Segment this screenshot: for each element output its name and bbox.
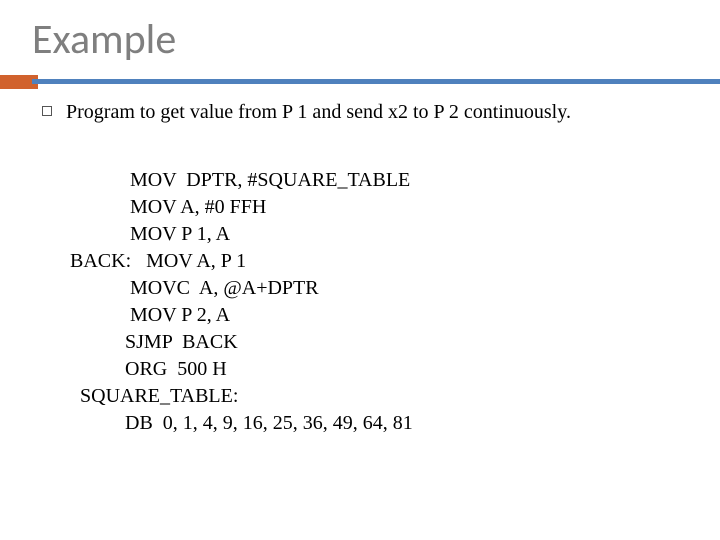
- bullet-row: Program to get value from P 1 and send x…: [42, 99, 688, 126]
- code-line: MOV P 2, A: [70, 304, 230, 326]
- code-block: MOV DPTR, #SQUARE_TABLE MOV A, #0 FFH MO…: [42, 140, 688, 464]
- accent-line: [32, 79, 720, 84]
- slide-title: Example: [32, 14, 688, 65]
- code-line: MOV DPTR, #SQUARE_TABLE: [70, 169, 410, 191]
- bullet-text: Program to get value from P 1 and send x…: [66, 99, 571, 126]
- accent-bar: [32, 75, 688, 81]
- code-line: DB 0, 1, 4, 9, 16, 25, 36, 49, 64, 81: [70, 412, 413, 434]
- code-line: BACK: MOV A, P 1: [70, 250, 246, 272]
- code-line: ORG 500 H: [70, 358, 227, 380]
- bullet-box-icon: [42, 106, 52, 116]
- code-line: SJMP BACK: [70, 331, 238, 353]
- code-line: SQUARE_TABLE:: [70, 385, 238, 407]
- slide: Example Program to get value from P 1 an…: [0, 0, 720, 540]
- code-line: MOV P 1, A: [70, 223, 230, 245]
- content-area: Program to get value from P 1 and send x…: [32, 99, 688, 464]
- code-line: MOV A, #0 FFH: [70, 196, 266, 218]
- code-line: MOVC A, @A+DPTR: [70, 277, 319, 299]
